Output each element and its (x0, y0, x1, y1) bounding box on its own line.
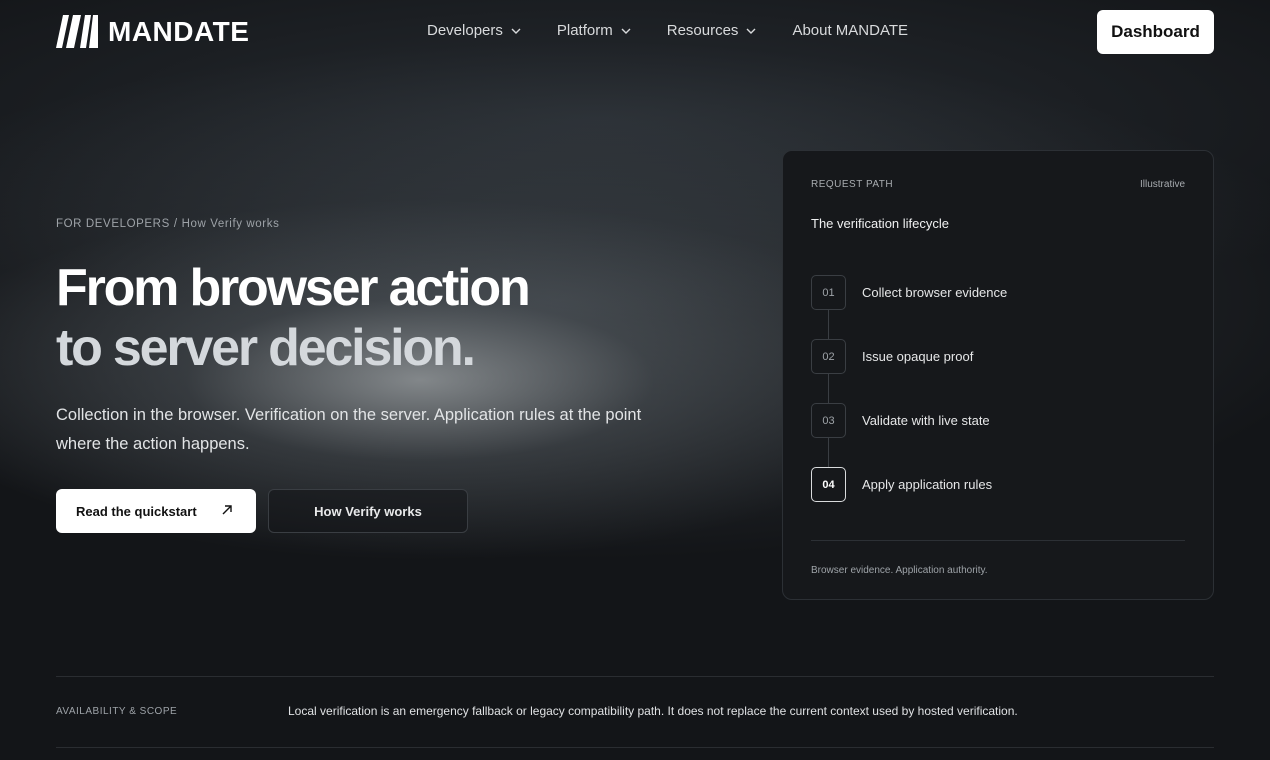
step-connector (828, 438, 829, 467)
logo[interactable]: MANDATE (56, 15, 249, 48)
menu-item-label: About MANDATE (792, 22, 909, 39)
menu-item-label: Developers (427, 22, 503, 39)
step-text: Collect browser evidence (862, 285, 1008, 300)
scope-divider-bottom (56, 747, 1214, 748)
scope-divider-top (56, 676, 1214, 677)
step-connector (828, 310, 829, 339)
chevron-down-icon (746, 28, 756, 34)
page-title: From browser action to server decision. (56, 258, 531, 378)
chevron-down-icon (511, 28, 521, 34)
card-footer: Browser evidence. Application authority. (811, 565, 988, 576)
step-number: 03 (811, 403, 846, 438)
menu-item-platform[interactable]: Platform (557, 22, 631, 39)
lifecycle-step: 04 Apply application rules (811, 467, 1007, 531)
mandate-logo-icon (56, 15, 98, 48)
menu-item-developers[interactable]: Developers (427, 22, 521, 39)
main-menu: Developers Platform Resources About MAND… (427, 22, 944, 39)
step-connector (828, 374, 829, 403)
read-quickstart-button[interactable]: Read the quickstart (56, 489, 256, 533)
step-text: Issue opaque proof (862, 349, 974, 364)
breadcrumb-section[interactable]: FOR DEVELOPERS (56, 218, 170, 230)
chevron-down-icon (621, 28, 631, 34)
menu-item-label: Resources (666, 22, 739, 39)
lifecycle-steps: 01 Collect browser evidence 02 Issue opa… (811, 275, 1007, 531)
menu-item-label: Platform (556, 22, 613, 39)
scope-text: Local verification is an emergency fallb… (288, 704, 1018, 718)
dashboard-button[interactable]: Dashboard (1097, 10, 1214, 54)
menu-item-about[interactable]: About MANDATE (792, 22, 908, 39)
breadcrumb: FOR DEVELOPERS / How Verify works (56, 218, 279, 230)
lifecycle-step: 03 Validate with live state (811, 403, 1007, 467)
card-title: The verification lifecycle (811, 216, 949, 231)
read-quickstart-label: Read the quickstart (76, 503, 197, 519)
step-number: 01 (811, 275, 846, 310)
card-label: REQUEST PATH (811, 179, 894, 190)
step-text: Validate with live state (862, 413, 990, 428)
lifecycle-step: 01 Collect browser evidence (811, 275, 1007, 339)
step-text: Apply application rules (862, 477, 993, 492)
logo-text: MANDATE (108, 15, 250, 47)
step-number-active: 04 (811, 467, 846, 502)
lifecycle-step: 02 Issue opaque proof (811, 339, 1007, 403)
card-tag: Illustrative (1139, 179, 1185, 190)
headline-line-1: From browser action (56, 259, 531, 317)
hero-description: Collection in the browser. Verification … (56, 406, 642, 453)
top-navigation: MANDATE Developers Platform Resources Ab… (0, 0, 1270, 64)
headline-line-2: to server decision. (56, 319, 476, 377)
breadcrumb-separator: / (173, 218, 178, 230)
scope-label: AVAILABILITY & SCOPE (56, 706, 178, 717)
how-verify-works-button[interactable]: How Verify works (268, 489, 468, 533)
card-divider (811, 540, 1185, 541)
request-path-card: REQUEST PATH Illustrative The verificati… (782, 150, 1214, 600)
menu-item-resources[interactable]: Resources (667, 22, 757, 39)
step-number: 02 (811, 339, 846, 374)
breadcrumb-current: How Verify works (181, 218, 280, 230)
arrow-up-right-icon (222, 505, 232, 515)
